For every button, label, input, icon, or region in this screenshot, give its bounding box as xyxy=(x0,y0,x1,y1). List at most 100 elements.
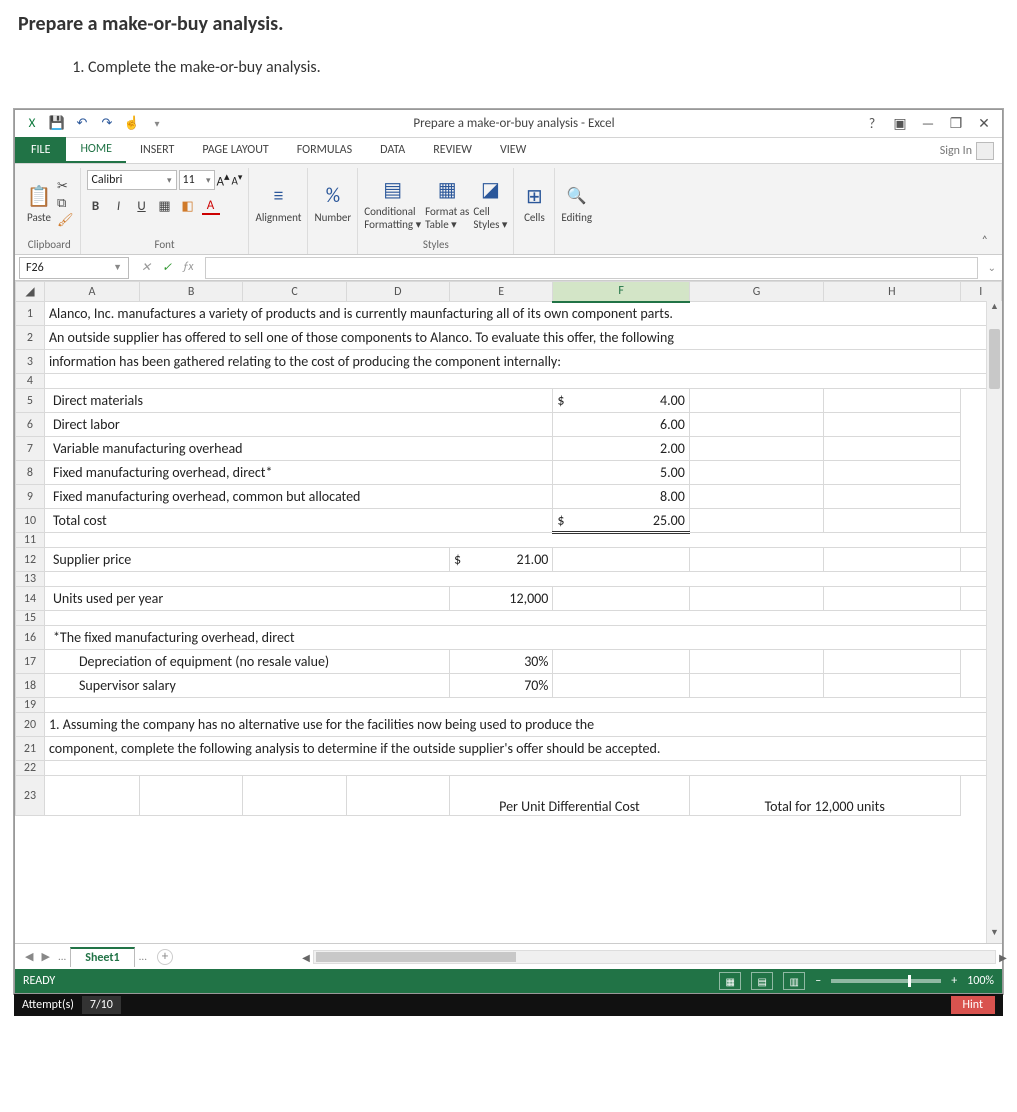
row-header[interactable]: 20 xyxy=(16,713,45,737)
ribbon-options-icon[interactable]: ▣ xyxy=(888,114,912,134)
cell[interactable]: $25.00 xyxy=(553,509,689,533)
tab-formulas[interactable]: FORMULAS xyxy=(283,137,366,163)
zoom-out-icon[interactable]: – xyxy=(815,974,821,988)
scroll-thumb[interactable] xyxy=(989,329,1000,389)
editing-button[interactable]: 🔍Editing xyxy=(561,182,592,224)
format-painter-icon[interactable]: 🖌 xyxy=(57,213,74,228)
tab-page-layout[interactable]: PAGE LAYOUT xyxy=(188,137,282,163)
col-header-g[interactable]: G xyxy=(689,282,823,302)
cell[interactable]: 12,000 xyxy=(450,587,553,611)
sheet-nav-more2[interactable]: ... xyxy=(135,950,151,963)
format-as-table-button[interactable]: ▦Format asTable ▾ xyxy=(425,176,469,231)
cell[interactable]: *The fixed manufacturing overhead, direc… xyxy=(44,626,1001,650)
row-header[interactable]: 13 xyxy=(16,572,45,587)
paste-button[interactable]: 📋 Paste xyxy=(25,182,53,224)
row-header[interactable]: 6 xyxy=(16,413,45,437)
row-header[interactable]: 15 xyxy=(16,611,45,626)
formula-input[interactable] xyxy=(205,257,978,279)
row-header[interactable]: 1 xyxy=(16,302,45,326)
number-button[interactable]: %Number xyxy=(314,182,351,224)
horizontal-scrollbar[interactable]: ◀ ▶ xyxy=(313,950,996,964)
page-layout-view-icon[interactable]: ▤ xyxy=(751,972,773,990)
conditional-formatting-button[interactable]: ▤ConditionalFormatting ▾ xyxy=(364,176,421,231)
collapse-ribbon-icon[interactable]: ˄ xyxy=(972,228,998,254)
cancel-formula-icon[interactable]: ✕ xyxy=(137,260,155,275)
normal-view-icon[interactable]: ▦ xyxy=(719,972,741,990)
restore-icon[interactable]: ❐ xyxy=(944,114,968,134)
sign-in[interactable]: Sign In xyxy=(932,139,1002,163)
scroll-up-icon[interactable]: ▲ xyxy=(987,301,1002,317)
row-header[interactable]: 12 xyxy=(16,548,45,572)
row-header[interactable]: 23 xyxy=(16,776,45,816)
sheet-tab-sheet1[interactable]: Sheet1 xyxy=(70,947,134,967)
row-header[interactable]: 4 xyxy=(16,374,45,389)
bold-button[interactable]: B xyxy=(87,199,105,214)
font-name-dropdown[interactable]: Calibri xyxy=(87,170,177,190)
cell[interactable]: Variable manufacturing overhead xyxy=(44,437,552,461)
tab-view[interactable]: VIEW xyxy=(486,137,540,163)
redo-icon[interactable]: ↷ xyxy=(96,113,118,135)
cell[interactable] xyxy=(44,374,1001,389)
cell[interactable]: Supervisor salary xyxy=(44,674,449,698)
tab-file[interactable]: FILE xyxy=(15,137,66,163)
row-header[interactable]: 22 xyxy=(16,761,45,776)
customize-qat-icon[interactable]: ▾ xyxy=(146,113,168,135)
close-icon[interactable]: ✕ xyxy=(972,114,996,134)
cell[interactable]: 1. Assuming the company has no alternati… xyxy=(44,713,1001,737)
enter-formula-icon[interactable]: ✓ xyxy=(158,260,176,275)
hscroll-left-icon[interactable]: ◀ xyxy=(298,951,314,964)
cell[interactable] xyxy=(689,389,823,413)
tab-home[interactable]: HOME xyxy=(66,137,126,163)
minimize-icon[interactable]: — xyxy=(916,114,940,134)
font-size-dropdown[interactable]: 11 xyxy=(179,170,215,190)
cell[interactable]: $21.00 xyxy=(450,548,553,572)
select-all-corner[interactable]: ◢ xyxy=(16,282,45,302)
cell[interactable]: 70% xyxy=(450,674,553,698)
row-header[interactable]: 5 xyxy=(16,389,45,413)
row-header[interactable]: 2 xyxy=(16,326,45,350)
row-header[interactable]: 16 xyxy=(16,626,45,650)
vertical-scrollbar[interactable]: ▲ ▼ xyxy=(986,301,1002,943)
zoom-in-icon[interactable]: + xyxy=(951,974,957,988)
row-header[interactable]: 7 xyxy=(16,437,45,461)
row-header[interactable]: 18 xyxy=(16,674,45,698)
col-header-c[interactable]: C xyxy=(243,282,346,302)
col-header-i[interactable]: I xyxy=(960,282,1001,302)
row-header[interactable]: 14 xyxy=(16,587,45,611)
cut-icon[interactable]: ✂ xyxy=(57,179,74,194)
row-header[interactable]: 10 xyxy=(16,509,45,533)
zoom-level[interactable]: 100% xyxy=(967,974,994,988)
fill-color-icon[interactable]: ◧ xyxy=(179,199,197,214)
tab-insert[interactable]: INSERT xyxy=(126,137,188,163)
fx-icon[interactable]: ƒx xyxy=(179,260,197,275)
col-header-b[interactable]: B xyxy=(140,282,243,302)
save-icon[interactable]: 💾 xyxy=(46,113,68,135)
decrease-font-icon[interactable]: A▾ xyxy=(231,172,242,188)
cell-styles-button[interactable]: ◪CellStyles ▾ xyxy=(473,176,507,231)
scroll-down-icon[interactable]: ▼ xyxy=(987,927,1002,943)
col-header-e[interactable]: E xyxy=(450,282,553,302)
row-header[interactable]: 21 xyxy=(16,737,45,761)
col-header-f[interactable]: F xyxy=(553,282,689,302)
sheet-nav-prev-icon[interactable]: ◀ xyxy=(21,950,37,963)
tab-review[interactable]: REVIEW xyxy=(419,137,486,163)
cell[interactable]: Total cost xyxy=(44,509,552,533)
cell[interactable]: Direct materials xyxy=(44,389,552,413)
borders-icon[interactable]: ▦ xyxy=(156,199,174,214)
underline-button[interactable]: U xyxy=(133,199,151,214)
hscroll-right-icon[interactable]: ▶ xyxy=(995,951,1011,964)
row-header[interactable]: 11 xyxy=(16,533,45,548)
cell[interactable]: information has been gathered relating t… xyxy=(44,350,1001,374)
copy-icon[interactable]: ⧉ xyxy=(57,196,74,211)
cell[interactable]: 2.00 xyxy=(553,437,689,461)
cell[interactable]: Alanco, Inc. manufactures a variety of p… xyxy=(44,302,1001,326)
col-header-d[interactable]: D xyxy=(346,282,449,302)
cell[interactable]: 5.00 xyxy=(553,461,689,485)
row-header[interactable]: 3 xyxy=(16,350,45,374)
help-icon[interactable]: ? xyxy=(860,114,884,134)
cell[interactable]: Direct labor xyxy=(44,413,552,437)
worksheet-grid[interactable]: ◢ A B C D E F G H I 1Alanco, Inc. manufa… xyxy=(15,281,1002,943)
row-header[interactable]: 9 xyxy=(16,485,45,509)
row-header[interactable]: 8 xyxy=(16,461,45,485)
page-break-view-icon[interactable]: ▥ xyxy=(783,972,805,990)
